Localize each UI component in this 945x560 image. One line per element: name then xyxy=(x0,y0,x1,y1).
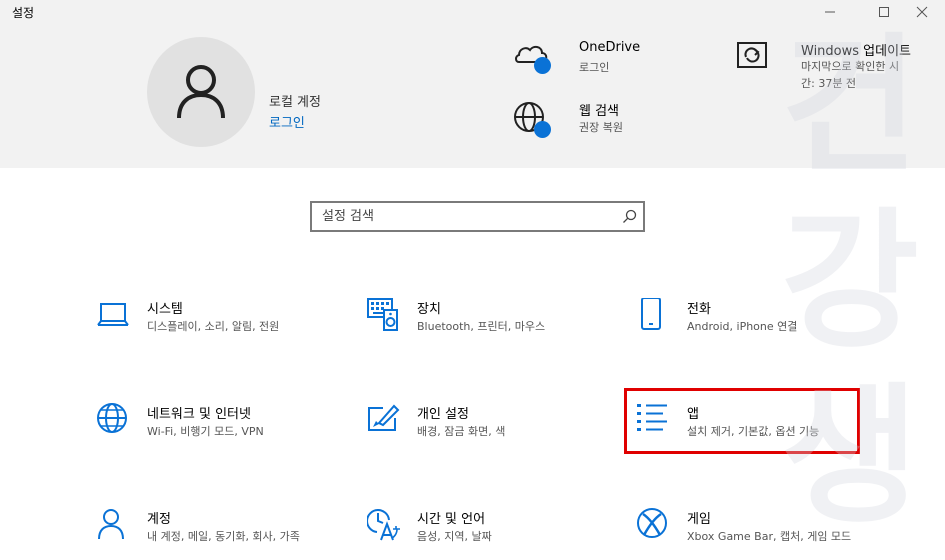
paint-screen-icon xyxy=(368,404,400,431)
category-title: 게임 xyxy=(687,512,711,527)
onedrive-link[interactable]: OneDrive 로그인 xyxy=(513,40,693,80)
web-search-title: 웹 검색 xyxy=(579,104,620,119)
laptop-icon xyxy=(97,303,129,326)
search-input[interactable] xyxy=(312,203,602,230)
category-title: 전화 xyxy=(687,302,711,317)
category-title: 시스템 xyxy=(147,302,183,317)
onedrive-title: OneDrive xyxy=(579,40,641,55)
xbox-icon xyxy=(637,508,667,538)
category-title: 시간 및 언어 xyxy=(417,512,486,527)
category-devices[interactable]: 장치 Bluetooth, 프린터, 마우스 xyxy=(367,298,617,358)
category-subtitle: Xbox Game Bar, 캡처, 게임 모드 xyxy=(687,530,852,543)
category-subtitle: Wi-Fi, 비행기 모드, VPN xyxy=(147,425,264,438)
status-dot-icon xyxy=(534,57,551,74)
category-subtitle: Android, iPhone 연결 xyxy=(687,320,798,333)
category-time-language[interactable]: 시간 및 언어 음성, 지역, 날짜 xyxy=(367,508,617,560)
avatar[interactable] xyxy=(147,37,255,147)
title-bar: 설정 xyxy=(0,0,945,24)
category-title: 계정 xyxy=(147,512,171,527)
category-subtitle: 음성, 지역, 날짜 xyxy=(417,530,492,543)
category-subtitle: 내 계정, 메일, 동기화, 회사, 가족 xyxy=(147,530,300,543)
apps-highlight-box xyxy=(624,388,860,454)
user-icon xyxy=(177,65,225,119)
windows-update-subtitle-line2: 간: 37분 전 xyxy=(801,77,857,90)
windows-update-title: Windows 업데이트 xyxy=(801,44,912,59)
time-language-icon xyxy=(367,509,400,541)
update-icon xyxy=(737,42,767,68)
category-accounts[interactable]: 계정 내 계정, 메일, 동기화, 회사, 가족 xyxy=(97,508,347,560)
status-dot-icon xyxy=(534,121,551,138)
header-panel: 로컬 계정 로그인 OneDrive 로그인 웹 검색 권장 복원 Window… xyxy=(0,24,945,168)
windows-update-subtitle-line1: 마지막으로 확인한 시 xyxy=(801,60,900,73)
category-subtitle: Bluetooth, 프린터, 마우스 xyxy=(417,320,546,333)
web-search-subtitle: 권장 복원 xyxy=(579,121,623,134)
web-search-link[interactable]: 웹 검색 권장 복원 xyxy=(513,100,693,140)
account-type-label: 로컬 계정 xyxy=(269,95,321,110)
close-button[interactable] xyxy=(899,0,945,24)
maximize-icon xyxy=(879,7,889,17)
close-icon xyxy=(916,6,928,18)
category-subtitle: 배경, 잠금 화면, 색 xyxy=(417,425,506,438)
sign-in-link[interactable]: 로그인 xyxy=(269,112,305,131)
category-title: 장치 xyxy=(417,302,441,317)
category-phone[interactable]: 전화 Android, iPhone 연결 xyxy=(637,298,887,358)
windows-update-link[interactable]: Windows 업데이트 마지막으로 확인한 시 간: 37분 전 xyxy=(735,40,935,100)
phone-icon xyxy=(641,298,661,330)
globe-icon xyxy=(97,403,127,433)
category-system[interactable]: 시스템 디스플레이, 소리, 알림, 전원 xyxy=(97,298,347,358)
category-title: 네트워크 및 인터넷 xyxy=(147,407,251,422)
settings-search-box[interactable] xyxy=(310,201,645,232)
category-personalization[interactable]: 개인 설정 배경, 잠금 화면, 색 xyxy=(367,403,617,463)
category-gaming[interactable]: 게임 Xbox Game Bar, 캡처, 게임 모드 xyxy=(637,508,887,560)
category-network[interactable]: 네트워크 및 인터넷 Wi-Fi, 비행기 모드, VPN xyxy=(97,403,347,463)
window-title: 설정 xyxy=(12,6,35,20)
keyboard-speaker-icon xyxy=(367,298,398,331)
onedrive-subtitle: 로그인 xyxy=(579,61,610,74)
minimize-button[interactable] xyxy=(807,0,853,24)
category-title: 개인 설정 xyxy=(417,407,469,422)
person-icon xyxy=(98,509,124,540)
minimize-icon xyxy=(825,11,835,13)
category-subtitle: 디스플레이, 소리, 알림, 전원 xyxy=(147,320,280,333)
search-icon[interactable] xyxy=(622,209,637,224)
